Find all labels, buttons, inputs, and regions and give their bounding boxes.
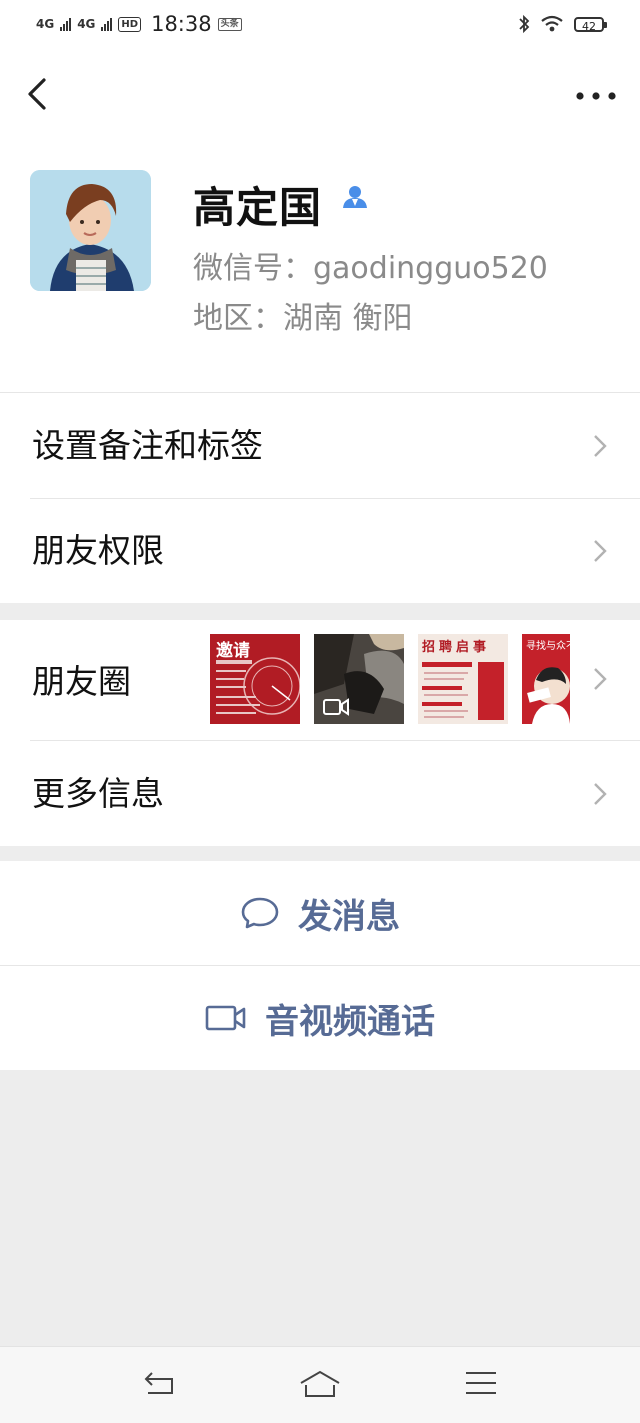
back-button[interactable] (22, 72, 58, 116)
moments-row[interactable]: 朋友圈 邀请 招聘启事 寻找与众 (0, 620, 640, 740)
nav-menu-icon (466, 1372, 496, 1394)
nav-back-icon (144, 1372, 173, 1394)
profile-header: 高定国 微信号：gaodingguo520 地区：湖南 衡阳 (0, 140, 640, 393)
top-nav (0, 52, 640, 140)
avatar-image (30, 170, 151, 291)
chat-bubble-icon (241, 897, 279, 929)
chevron-left-icon (28, 78, 46, 110)
friend-permissions-row[interactable]: 朋友权限 (0, 498, 640, 603)
status-bar: 4G 4G HD 18:38 头条 42 (0, 0, 640, 52)
network-type-1: 4G (36, 17, 55, 31)
moment-thumb[interactable]: 邀请 (210, 634, 300, 724)
friend-permissions-label: 朋友权限 (32, 531, 164, 570)
battery-icon: 42 (574, 16, 607, 33)
chevron-right-icon (594, 540, 607, 562)
status-left: 4G 4G HD 18:38 头条 (36, 12, 242, 36)
more-button[interactable] (572, 82, 620, 110)
video-call-button[interactable]: 音视频通话 (0, 966, 640, 1070)
video-call-label: 音视频通话 (265, 1001, 435, 1042)
moment-thumb-art (216, 657, 300, 715)
battery-level: 42 (582, 19, 596, 33)
contact-person-icon (340, 184, 370, 214)
chevron-right-icon (594, 668, 607, 690)
wechat-id: 微信号：gaodingguo520 (193, 251, 548, 286)
send-message-label: 发消息 (298, 896, 400, 937)
avatar[interactable] (30, 170, 151, 291)
info-group: 朋友圈 邀请 招聘启事 寻找与众 更多信息 (0, 620, 640, 846)
moment-thumb[interactable]: 寻找与众不 (522, 634, 570, 724)
app-notification-badge: 头条 (217, 17, 242, 31)
remark-tags-row[interactable]: 设置备注和标签 (0, 393, 640, 498)
more-info-row[interactable]: 更多信息 (0, 741, 640, 846)
status-time: 18:38 (151, 12, 212, 36)
wifi-icon (541, 15, 563, 32)
hd-badge: HD (118, 16, 142, 32)
moment-thumb-video[interactable] (314, 634, 404, 724)
moment-thumb-art (527, 667, 570, 724)
region: 地区：湖南 衡阳 (193, 301, 413, 336)
more-dots-icon (576, 92, 616, 100)
nav-menu-button[interactable] (464, 1369, 498, 1401)
moment-thumb-art (422, 662, 504, 720)
network-type-2: 4G (77, 17, 96, 31)
nav-back-button[interactable] (142, 1369, 178, 1401)
moments-thumbnails: 邀请 招聘启事 寻找与众 (210, 634, 570, 724)
system-nav-bar (0, 1346, 640, 1423)
contact-name: 高定国 (193, 183, 323, 232)
signal-icon-1 (60, 17, 72, 31)
chevron-right-icon (594, 435, 607, 457)
chevron-right-icon (594, 783, 607, 805)
moment-thumb-art (314, 634, 404, 724)
send-message-button[interactable]: 发消息 (0, 861, 640, 965)
status-right: 42 (518, 14, 607, 34)
more-info-label: 更多信息 (32, 774, 164, 813)
remark-tags-label: 设置备注和标签 (32, 426, 263, 465)
nav-home-button[interactable] (298, 1369, 342, 1403)
bluetooth-icon (519, 14, 530, 34)
nav-home-icon (300, 1370, 340, 1397)
moments-label: 朋友圈 (32, 662, 131, 701)
video-camera-icon (205, 1005, 246, 1031)
moment-thumb[interactable]: 招聘启事 (418, 634, 508, 724)
settings-group: 设置备注和标签 朋友权限 (0, 393, 640, 603)
signal-icon-2 (101, 17, 113, 31)
